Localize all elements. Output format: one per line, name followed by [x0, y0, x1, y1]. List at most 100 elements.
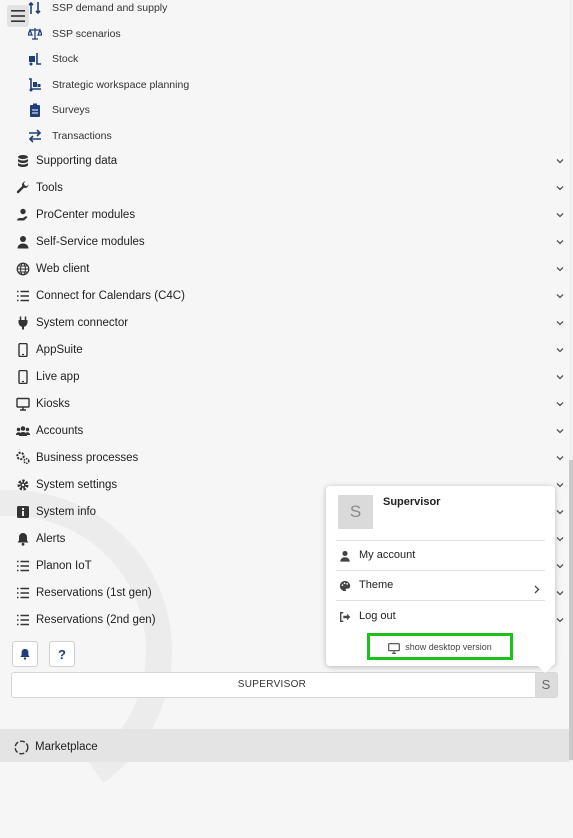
user-hand-icon: [16, 208, 30, 222]
user-icon: [16, 235, 30, 249]
nav-item-label: AppSuite: [36, 343, 83, 356]
theme-label: Theme: [359, 579, 394, 591]
info-icon: [16, 505, 30, 519]
nav-item-label: Tools: [36, 181, 63, 194]
chevron-down-icon: [555, 156, 565, 166]
exchange-icon: [28, 128, 42, 143]
globe-icon: [16, 262, 30, 276]
chevron-down-icon: [555, 534, 565, 544]
nav-item-label: System info: [36, 505, 97, 518]
chevron-down-icon: [555, 345, 565, 355]
scrollbar-thumb[interactable]: [569, 460, 573, 760]
nav-item-label: Reservations (1st gen): [36, 586, 152, 599]
user-avatar-button[interactable]: S: [535, 673, 557, 697]
chevron-down-icon: [555, 372, 565, 382]
hamburger-icon: [11, 10, 25, 22]
chevron-down-icon: [555, 453, 565, 463]
sub-item-strategic-workspace-planning[interactable]: Strategic workspace planning: [0, 72, 565, 97]
list-icon: [16, 559, 30, 573]
user-popup-menu: S Supervisor My account Theme Log out sh…: [326, 486, 555, 673]
help-button[interactable]: ?: [49, 641, 75, 667]
sign-out-icon: [339, 610, 351, 622]
clipboard-icon: [28, 103, 42, 117]
marketplace-footer[interactable]: Marketplace: [0, 729, 569, 762]
forklift-icon: [28, 52, 42, 66]
sort-arrows-icon: [28, 1, 42, 15]
sub-item-surveys[interactable]: Surveys: [0, 97, 565, 122]
sub-item-label: Transactions: [52, 129, 112, 142]
plug-icon: [16, 316, 30, 330]
sub-item-label: Stock: [52, 52, 79, 65]
dolly-icon: [28, 77, 42, 92]
nav-item-label: Alerts: [36, 532, 66, 545]
nav-item-label: Supporting data: [36, 154, 118, 167]
nav-item-label: Kiosks: [36, 397, 70, 410]
mobile-icon: [16, 342, 30, 357]
nav-item-label: Live app: [36, 370, 80, 383]
nav-item-kiosks[interactable]: Kiosks: [0, 390, 565, 417]
nav-item-tools[interactable]: Tools: [0, 174, 565, 201]
my-account-menu-item[interactable]: My account: [336, 541, 545, 569]
chevron-down-icon: [555, 237, 565, 247]
balance-scale-icon: [28, 27, 42, 41]
gear-icon: [16, 478, 30, 492]
user-icon: [339, 549, 351, 562]
chevron-down-icon: [555, 561, 565, 571]
desktop-icon: [16, 397, 30, 411]
list-icon: [16, 613, 30, 627]
nav-item-accounts[interactable]: Accounts: [0, 417, 565, 444]
nav-item-label: Self-Service modules: [36, 235, 145, 248]
show-desktop-version-button[interactable]: show desktop version: [367, 633, 513, 660]
database-icon: [16, 154, 30, 168]
bell-icon: [20, 648, 30, 660]
sub-item-ssp-demand-and-supply[interactable]: SSP demand and supply: [0, 0, 565, 20]
palette-icon: [339, 579, 351, 592]
cogs-icon: [16, 451, 30, 465]
chevron-down-icon: [555, 264, 565, 274]
nav-item-self-service-modules[interactable]: Self-Service modules: [0, 228, 565, 255]
user-name: SUPERVISOR: [237, 679, 307, 690]
mobile-icon: [16, 369, 30, 384]
chevron-right-icon: [532, 581, 541, 593]
popup-user-name: Supervisor: [383, 496, 441, 508]
nav-item-label: System connector: [36, 316, 129, 329]
nav-item-label: System settings: [36, 478, 118, 491]
chevron-down-icon: [555, 399, 565, 409]
chevron-down-icon: [555, 210, 565, 220]
bell-icon: [16, 532, 30, 546]
sub-item-transactions[interactable]: Transactions: [0, 123, 565, 148]
theme-menu-item[interactable]: Theme: [336, 571, 545, 599]
user-bar[interactable]: SUPERVISOR S: [11, 672, 558, 698]
list-icon: [16, 586, 30, 600]
chevron-down-icon: [555, 291, 565, 301]
hamburger-menu-button[interactable]: [7, 5, 29, 27]
show-desktop-version-label: show desktop version: [405, 641, 492, 652]
sub-item-ssp-scenarios[interactable]: SSP scenarios: [0, 21, 565, 46]
chevron-down-icon: [555, 480, 565, 490]
nav-item-live-app[interactable]: Live app: [0, 363, 565, 390]
nav-item-web-client[interactable]: Web client: [0, 255, 565, 282]
divider: [336, 600, 545, 601]
nav-item-business-processes[interactable]: Business processes: [0, 444, 565, 471]
my-account-label: My account: [359, 549, 416, 561]
nav-item-supporting-data[interactable]: Supporting data: [0, 147, 565, 174]
list-icon: [16, 289, 30, 303]
nav-item-connect-for-calendars[interactable]: Connect for Calendars (C4C): [0, 282, 565, 309]
nav-item-appsuite[interactable]: AppSuite: [0, 336, 565, 363]
notifications-button[interactable]: [12, 641, 38, 667]
chevron-down-icon: [555, 588, 565, 598]
nav-item-label: Accounts: [36, 424, 84, 437]
chevron-down-icon: [555, 426, 565, 436]
help-label: ?: [58, 646, 66, 662]
sub-item-stock[interactable]: Stock: [0, 46, 565, 71]
nav-item-system-connector[interactable]: System connector: [0, 309, 565, 336]
scrollbar[interactable]: [569, 0, 573, 762]
nav-item-label: Connect for Calendars (C4C): [36, 289, 185, 302]
nav-item-procenter-modules[interactable]: ProCenter modules: [0, 201, 565, 228]
marketplace-icon: [14, 740, 29, 755]
nav-item-label: Business processes: [36, 451, 139, 464]
sub-item-label: Surveys: [52, 103, 90, 116]
wrench-icon: [16, 181, 30, 195]
chevron-down-icon: [555, 615, 565, 625]
log-out-menu-item[interactable]: Log out: [336, 602, 545, 630]
